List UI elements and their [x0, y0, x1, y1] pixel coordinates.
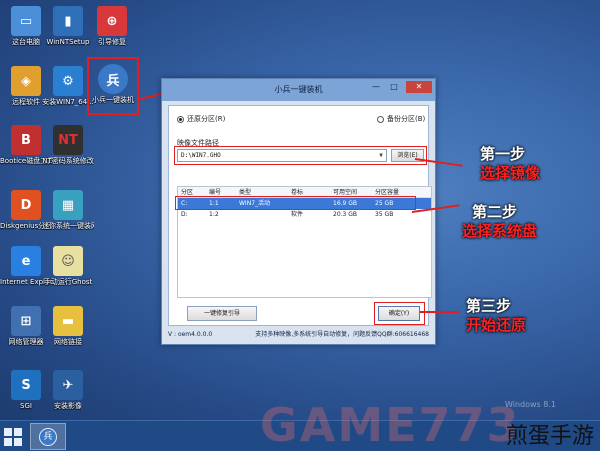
desktop-icon-nt-password[interactable]: NT NT密码系统修改 [42, 125, 94, 165]
computer-icon: ▭ [11, 6, 41, 36]
table-cell: 35 GB [375, 211, 394, 218]
repair-icon: ⊕ [97, 6, 127, 36]
windows-logo-icon [4, 428, 12, 436]
setup-icon: ▮ [53, 6, 83, 36]
step-two-subtitle: 选择系统盘 [462, 222, 538, 240]
windows-logo-icon [14, 428, 22, 436]
windows-logo-icon [4, 438, 12, 446]
table-cell: 20.3 GB [333, 211, 358, 218]
step-one-subtitle: 选择镜像 [480, 164, 541, 182]
minimize-button[interactable]: — [368, 81, 384, 93]
selected-partition-highlight-box [175, 196, 416, 210]
xiaobing-installer-window: 小兵一键装机 — □ ✕ 还原分区(R) 备份分区(B) 映像文件路径 D:\W… [161, 78, 436, 345]
desktop-icon-mini-system[interactable]: ▦ 迷你系统一键装网速 [42, 190, 94, 230]
xiaobing-arrow [138, 93, 163, 100]
repair-boot-button[interactable]: 一键修复引导 [187, 306, 257, 321]
mini-system-icon: ▦ [53, 190, 83, 220]
restore-partition-radio[interactable]: 还原分区(R) [177, 114, 225, 124]
step3-arrow [420, 311, 460, 313]
start-button[interactable] [4, 428, 22, 446]
sgi-icon: S [11, 370, 41, 400]
remote-icon: ◈ [11, 66, 41, 96]
diskgenius-icon: D [11, 190, 41, 220]
table-cell: D: [181, 211, 188, 218]
backup-partition-radio[interactable]: 备份分区(B) [377, 114, 425, 124]
network-icon: ⊞ [11, 306, 41, 336]
maximize-button[interactable]: □ [386, 81, 402, 93]
image-path-highlight-box [174, 146, 427, 165]
step-one-title: 第一步 [480, 145, 526, 163]
step-two-title: 第二步 [472, 203, 518, 221]
window-titlebar[interactable]: 小兵一键装机 — □ ✕ [162, 79, 435, 101]
bootice-icon: B [11, 125, 41, 155]
step-three-title: 第三步 [466, 297, 512, 315]
xiaobing-icon-highlight-box [87, 57, 139, 115]
nt-password-icon: NT [53, 125, 83, 155]
desktop: ▭ 这台电脑 ◈ 远程软件 B Bootice磁盘工具 D Diskgenius… [0, 0, 600, 420]
ghost-icon: ☺ [53, 246, 83, 276]
radio-selected-icon [177, 115, 184, 123]
step-one-label: 第一步 选择镜像 [480, 145, 540, 183]
step-three-subtitle: 开始还原 [466, 316, 527, 334]
window-statusbar: V : oem4.0.0.0 支持多种映像,多系统引导自动修复，问题反馈QQ群:… [168, 328, 429, 342]
desktop-icon-image-install[interactable]: ✈ 安装影像 [42, 370, 94, 410]
confirm-button-highlight-box [374, 302, 425, 325]
radio-unselected-icon [377, 115, 384, 123]
table-row[interactable]: D: 1:2 软件 20.3 GB 35 GB [178, 209, 431, 220]
table-cell [236, 209, 288, 220]
game773-watermark: GAME773 [260, 398, 521, 451]
support-text: 支持多种映像,多系统引导自动修复，问题反馈QQ群:606616468 [255, 331, 429, 338]
table-cell: 软件 [291, 211, 304, 218]
install-icon: ⚙ [53, 66, 83, 96]
image-install-icon: ✈ [53, 370, 83, 400]
desktop-icon-network-links[interactable]: ▬ 网络链接 [42, 306, 94, 346]
step-three-label: 第三步 开始还原 [466, 297, 526, 335]
windows-logo-icon [14, 438, 22, 446]
brand-watermark: 煎蛋手游 [505, 424, 594, 449]
backup-partition-label: 备份分区(B) [387, 115, 426, 123]
ie-icon: e [11, 246, 41, 276]
window-body: 还原分区(R) 备份分区(B) 映像文件路径 D:\WIN7.GHO ▼ 浏览(… [168, 105, 432, 326]
step-two-label: 第二步 选择系统盘 [462, 203, 537, 241]
version-text: V : oem4.0.0.0 [168, 331, 213, 338]
desktop-icon-boot-repair[interactable]: ⊕ 引导修复 [86, 6, 138, 46]
folder-icon: ▬ [53, 306, 83, 336]
xiaobing-icon: 兵 [39, 427, 57, 446]
table-cell: 1:2 [209, 211, 219, 218]
desktop-icon-ghost[interactable]: ☺ 手动运行Ghost [42, 246, 94, 286]
close-button[interactable]: ✕ [406, 81, 432, 93]
restore-partition-label: 还原分区(R) [187, 115, 226, 123]
taskbar-app-xiaobing[interactable]: 兵 [30, 423, 66, 450]
